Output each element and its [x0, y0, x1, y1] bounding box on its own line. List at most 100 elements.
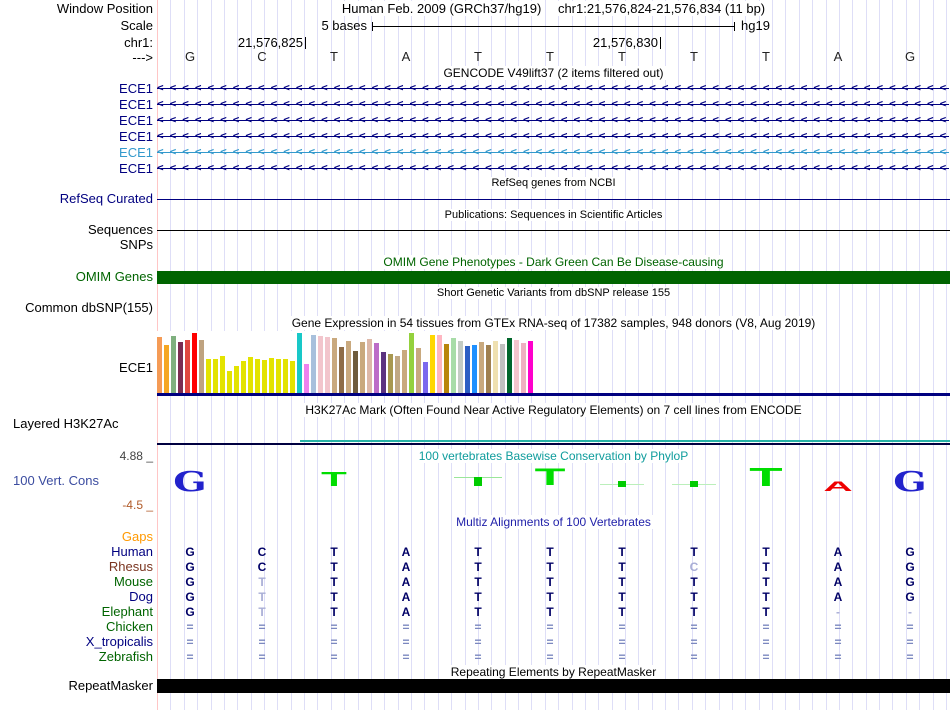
alignment-cell: T	[330, 560, 338, 574]
refseq-curated-line[interactable]	[157, 199, 950, 200]
gtex-bar[interactable]	[521, 343, 526, 393]
dbsnp-title[interactable]: Short Genetic Variants from dbSNP releas…	[157, 287, 950, 300]
gtex-bar[interactable]	[206, 359, 211, 393]
omim-genes-label[interactable]: OMIM Genes	[0, 270, 153, 284]
gtex-bar[interactable]	[458, 341, 463, 393]
gaps-label[interactable]: Gaps	[0, 530, 153, 544]
gtex-bar[interactable]	[227, 371, 232, 393]
gene-row-ece1[interactable]: <<<<<<<<<<<<<<<<<<<<<<<<<<<<<<<<<<<<<<<<…	[157, 146, 949, 159]
gtex-bar[interactable]	[514, 340, 519, 393]
sequences-label[interactable]: Sequences	[0, 223, 153, 237]
gene-row-label[interactable]: ECE1	[0, 146, 153, 160]
alignment-cell: =	[690, 635, 698, 649]
gtex-bar[interactable]	[185, 340, 190, 393]
gene-row-label[interactable]: ECE1	[0, 162, 153, 176]
gtex-bar[interactable]	[234, 366, 239, 393]
species-label[interactable]: Dog	[0, 590, 153, 604]
gene-row-ece1[interactable]: <<<<<<<<<<<<<<<<<<<<<<<<<<<<<<<<<<<<<<<<…	[157, 114, 949, 127]
gtex-bar[interactable]	[255, 359, 260, 393]
gtex-bar[interactable]	[241, 361, 246, 393]
multiz-title[interactable]: Multiz Alignments of 100 Vertebrates	[157, 515, 950, 529]
species-label[interactable]: Rhesus	[0, 560, 153, 574]
common-dbsnp-label[interactable]: Common dbSNP(155)	[0, 301, 153, 315]
repeatmasker-title[interactable]: Repeating Elements by RepeatMasker	[157, 665, 950, 679]
gene-row-label[interactable]: ECE1	[0, 114, 153, 128]
gene-row-label[interactable]: ECE1	[0, 98, 153, 112]
species-label[interactable]: Mouse	[0, 575, 153, 589]
gene-row-label[interactable]: ECE1	[0, 130, 153, 144]
gtex-bar[interactable]	[332, 338, 337, 393]
refseq-curated-label[interactable]: RefSeq Curated	[0, 192, 153, 206]
species-label[interactable]: Human	[0, 545, 153, 559]
gtex-title[interactable]: Gene Expression in 54 tissues from GTEx …	[157, 316, 950, 330]
gtex-bar[interactable]	[325, 337, 330, 393]
gtex-bar[interactable]	[213, 359, 218, 393]
gene-row-ece1[interactable]: <<<<<<<<<<<<<<<<<<<<<<<<<<<<<<<<<<<<<<<<…	[157, 98, 949, 111]
gtex-bar[interactable]	[248, 357, 253, 393]
gtex-bar[interactable]	[283, 359, 288, 393]
gtex-bar[interactable]	[318, 336, 323, 393]
omim-bar[interactable]	[157, 271, 950, 284]
gene-row-label[interactable]: ECE1	[0, 82, 153, 96]
gtex-bar[interactable]	[269, 358, 274, 393]
repeatmasker-label[interactable]: RepeatMasker	[0, 679, 153, 693]
species-label[interactable]: Elephant	[0, 605, 153, 619]
gtex-bar[interactable]	[367, 339, 372, 393]
gtex-bar[interactable]	[402, 350, 407, 393]
gtex-bar[interactable]	[199, 340, 204, 393]
gtex-bar[interactable]	[388, 354, 393, 393]
gene-row-ece1[interactable]: <<<<<<<<<<<<<<<<<<<<<<<<<<<<<<<<<<<<<<<<…	[157, 130, 949, 143]
gtex-bar[interactable]	[465, 346, 470, 393]
cons-track-label[interactable]: 100 Vert. Cons	[13, 474, 99, 488]
gtex-bar[interactable]	[178, 342, 183, 393]
h3k27ac-title[interactable]: H3K27Ac Mark (Often Found Near Active Re…	[157, 403, 950, 417]
gtex-bar[interactable]	[220, 356, 225, 393]
gtex-bar[interactable]	[164, 345, 169, 393]
gtex-bar[interactable]	[262, 360, 267, 393]
gtex-bar[interactable]	[381, 352, 386, 393]
gtex-bar[interactable]	[353, 351, 358, 393]
gtex-bar[interactable]	[430, 335, 435, 393]
gtex-bar[interactable]	[493, 341, 498, 393]
gtex-bar[interactable]	[395, 356, 400, 393]
gtex-bar[interactable]	[416, 348, 421, 393]
gtex-bar[interactable]	[339, 347, 344, 393]
refseq-genes-title[interactable]: RefSeq genes from NCBI	[157, 177, 950, 190]
gencode-title[interactable]: GENCODE V49lift37 (2 items filtered out)	[157, 66, 950, 80]
gtex-bar[interactable]	[374, 343, 379, 393]
gtex-bar[interactable]	[409, 333, 414, 393]
gtex-bar[interactable]	[297, 333, 302, 393]
species-label[interactable]: X_tropicalis	[0, 635, 153, 649]
gtex-bar[interactable]	[276, 359, 281, 393]
gene-row-ece1[interactable]: <<<<<<<<<<<<<<<<<<<<<<<<<<<<<<<<<<<<<<<<…	[157, 82, 949, 95]
gtex-bar[interactable]	[290, 361, 295, 393]
gtex-bar[interactable]	[528, 341, 533, 393]
gtex-bar[interactable]	[486, 345, 491, 393]
species-label[interactable]: Chicken	[0, 620, 153, 634]
gtex-gene-label[interactable]: ECE1	[0, 361, 153, 375]
gtex-bar[interactable]	[423, 362, 428, 393]
gtex-bar[interactable]	[437, 335, 442, 393]
sequences-line[interactable]	[157, 230, 950, 231]
repeatmasker-bar[interactable]	[157, 679, 950, 693]
gtex-bar[interactable]	[500, 344, 505, 393]
layered-h3k27ac-label[interactable]: Layered H3K27Ac	[13, 417, 119, 431]
snps-label[interactable]: SNPs	[0, 238, 153, 252]
gtex-bar[interactable]	[507, 338, 512, 393]
gtex-bar[interactable]	[472, 345, 477, 393]
gene-row-ece1[interactable]: <<<<<<<<<<<<<<<<<<<<<<<<<<<<<<<<<<<<<<<<…	[157, 162, 949, 175]
gtex-bar[interactable]	[479, 342, 484, 393]
publications-title[interactable]: Publications: Sequences in Scientific Ar…	[157, 209, 950, 222]
gtex-bar[interactable]	[311, 335, 316, 393]
gtex-bar[interactable]	[157, 337, 162, 393]
gtex-bar[interactable]	[360, 342, 365, 393]
gtex-bar[interactable]	[444, 344, 449, 393]
gtex-bar[interactable]	[192, 333, 197, 393]
omim-title[interactable]: OMIM Gene Phenotypes - Dark Green Can Be…	[157, 255, 950, 269]
gtex-bar[interactable]	[304, 364, 309, 393]
gtex-bar[interactable]	[451, 338, 456, 393]
species-label[interactable]: Zebrafish	[0, 650, 153, 664]
gtex-bar[interactable]	[346, 341, 351, 393]
gtex-bar[interactable]	[171, 336, 176, 393]
cons-title[interactable]: 100 vertebrates Basewise Conservation by…	[157, 449, 950, 463]
